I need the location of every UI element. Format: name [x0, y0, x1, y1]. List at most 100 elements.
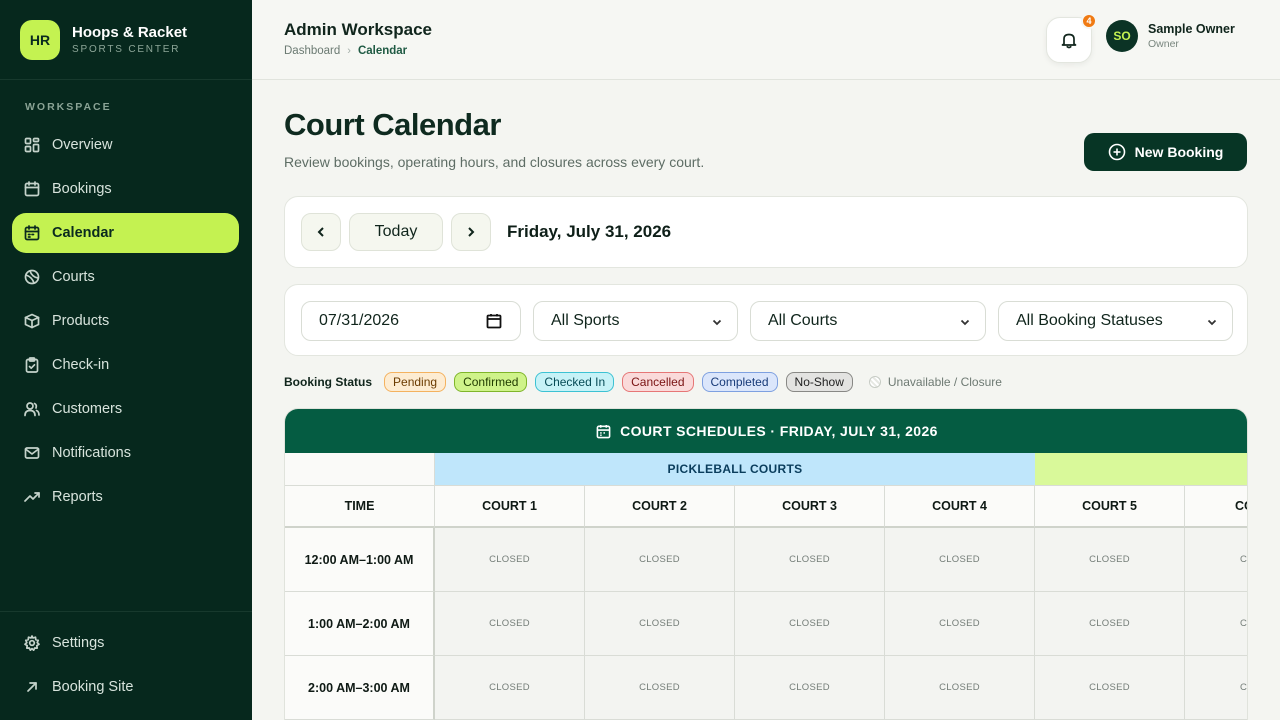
- court-select-value: All Courts: [768, 312, 838, 329]
- court-column-header: COURT 4: [885, 486, 1035, 528]
- sidebar-item-label: Courts: [52, 269, 95, 285]
- closed-cell[interactable]: CLOSED: [885, 528, 1035, 592]
- legend-chip-pending: Pending: [384, 372, 447, 392]
- chevron-down-icon: [711, 315, 723, 327]
- user-name: Sample Owner: [1148, 22, 1235, 36]
- closed-cell[interactable]: CLOSED: [585, 656, 735, 720]
- sidebar-item-settings[interactable]: Settings: [12, 623, 240, 663]
- sidebar-item-calendar[interactable]: Calendar: [12, 213, 239, 253]
- court-group-row: PICKLEBALL COURTS: [285, 453, 1247, 486]
- group-other-courts: [1035, 453, 1247, 486]
- booking-status-legend: Booking Status Pending Confirmed Checked…: [284, 371, 1002, 393]
- date-navigation-card: Today Friday, July 31, 2026: [284, 196, 1248, 268]
- legend-chip-confirmed: Confirmed: [454, 372, 528, 392]
- closed-cell[interactable]: CLOSED: [1035, 528, 1185, 592]
- sidebar-bottom: Settings Booking Site: [0, 611, 252, 711]
- time-column-header: TIME: [285, 486, 435, 528]
- closed-cell[interactable]: CLOSED: [735, 656, 885, 720]
- closed-cell[interactable]: CLOSED: [1185, 592, 1247, 656]
- notifications-button[interactable]: 4: [1046, 13, 1097, 63]
- dashboard-icon: [24, 137, 40, 153]
- notification-count-badge: 4: [1081, 13, 1097, 29]
- previous-day-button[interactable]: [301, 213, 341, 251]
- sidebar-item-courts[interactable]: Courts: [12, 257, 239, 297]
- legend-unavailable-label: Unavailable / Closure: [887, 375, 1002, 389]
- legend-title: Booking Status: [284, 375, 373, 389]
- sidebar-item-label: Booking Site: [52, 679, 134, 695]
- closed-cell[interactable]: CLOSED: [1185, 656, 1247, 720]
- date-input[interactable]: 07/31/2026: [301, 301, 521, 341]
- time-slot: 2:00 AM–3:00 AM: [285, 656, 435, 720]
- closed-cell[interactable]: CLOSED: [435, 592, 585, 656]
- date-input-value: 07/31/2026: [319, 312, 400, 329]
- trending-up-icon: [24, 489, 40, 505]
- closed-cell[interactable]: CLOSED: [885, 592, 1035, 656]
- sidebar-item-booking-site[interactable]: Booking Site: [12, 667, 240, 707]
- closed-cell[interactable]: CLOSED: [885, 656, 1035, 720]
- column-header-row: TIME COURT 1 COURT 2 COURT 3 COURT 4 COU…: [285, 486, 1247, 528]
- breadcrumb-calendar: Calendar: [357, 45, 408, 57]
- plus-circle-icon: [1108, 143, 1125, 161]
- calendar-icon: [596, 424, 611, 438]
- court-select[interactable]: All Courts: [750, 301, 986, 341]
- sidebar-item-customers[interactable]: Customers: [12, 389, 239, 429]
- closed-cell[interactable]: CLOSED: [1185, 528, 1247, 592]
- brand-name: Hoops & Racket: [72, 24, 188, 41]
- calendar-picker-icon[interactable]: [486, 313, 502, 329]
- table-row: 2:00 AM–3:00 AM CLOSED CLOSED CLOSED CLO…: [285, 656, 1247, 720]
- breadcrumb-dashboard[interactable]: Dashboard: [284, 45, 340, 57]
- time-slot: 1:00 AM–2:00 AM: [285, 592, 435, 656]
- sidebar-item-reports[interactable]: Reports: [12, 477, 239, 517]
- closed-cell[interactable]: CLOSED: [585, 528, 735, 592]
- next-day-button[interactable]: [451, 213, 491, 251]
- chevron-right-icon: [468, 227, 475, 237]
- court-column-header: COURT 5: [1035, 486, 1185, 528]
- bell-icon: [1061, 33, 1077, 49]
- sidebar-item-label: Calendar: [52, 225, 115, 241]
- status-select-value: All Booking Statuses: [1016, 312, 1163, 329]
- closed-cell[interactable]: CLOSED: [735, 528, 885, 592]
- calendar-icon: [24, 181, 40, 197]
- user-menu[interactable]: SO Sample Owner Owner: [1106, 20, 1235, 52]
- arrow-up-right-icon: [24, 679, 40, 695]
- sport-select-value: All Sports: [551, 312, 620, 329]
- new-booking-button[interactable]: New Booking: [1084, 133, 1247, 171]
- sport-select[interactable]: All Sports: [533, 301, 738, 341]
- legend-chip-no-show: No-Show: [785, 372, 853, 392]
- hatched-swatch-icon: [868, 376, 881, 388]
- current-date-label: Friday, July 31, 2026: [507, 222, 672, 241]
- closed-cell[interactable]: CLOSED: [585, 592, 735, 656]
- sidebar-item-notifications[interactable]: Notifications: [12, 433, 239, 473]
- sidebar-item-bookings[interactable]: Bookings: [12, 169, 239, 209]
- sidebar-item-check-in[interactable]: Check-in: [12, 345, 239, 385]
- group-spacer: [285, 453, 435, 486]
- gear-icon: [24, 635, 40, 651]
- closed-cell[interactable]: CLOSED: [435, 528, 585, 592]
- closed-cell[interactable]: CLOSED: [1035, 592, 1185, 656]
- breadcrumb: Dashboard › Calendar: [284, 45, 407, 57]
- workspace-title: Admin Workspace: [284, 20, 433, 39]
- sidebar-item-label: Check-in: [52, 357, 110, 373]
- sidebar-item-label: Customers: [52, 401, 123, 417]
- court-column-header: COURT 6: [1185, 486, 1247, 528]
- sidebar-item-products[interactable]: Products: [12, 301, 239, 341]
- status-select[interactable]: All Booking Statuses: [998, 301, 1233, 341]
- closed-cell[interactable]: CLOSED: [435, 656, 585, 720]
- chevron-right-icon: ›: [347, 45, 351, 57]
- mail-icon: [24, 445, 40, 461]
- closed-cell[interactable]: CLOSED: [735, 592, 885, 656]
- legend-chip-checked-in: Checked In: [535, 372, 615, 392]
- closed-cell[interactable]: CLOSED: [1035, 656, 1185, 720]
- chevron-left-icon: [317, 227, 324, 237]
- sidebar-item-overview[interactable]: Overview: [12, 125, 239, 165]
- brand: HR Hoops & Racket SPORTS CENTER: [0, 0, 252, 80]
- court-column-header: COURT 1: [435, 486, 585, 528]
- legend-chip-cancelled: Cancelled: [622, 372, 694, 392]
- court-column-header: COURT 2: [585, 486, 735, 528]
- time-slot: 12:00 AM–1:00 AM: [285, 528, 435, 592]
- today-button[interactable]: Today: [349, 213, 443, 251]
- chevron-down-icon: [959, 315, 971, 327]
- sidebar-nav: Overview Bookings Calendar Courts Produc…: [12, 125, 239, 521]
- chevron-down-icon: [1206, 315, 1218, 327]
- sidebar-item-label: Overview: [52, 137, 113, 153]
